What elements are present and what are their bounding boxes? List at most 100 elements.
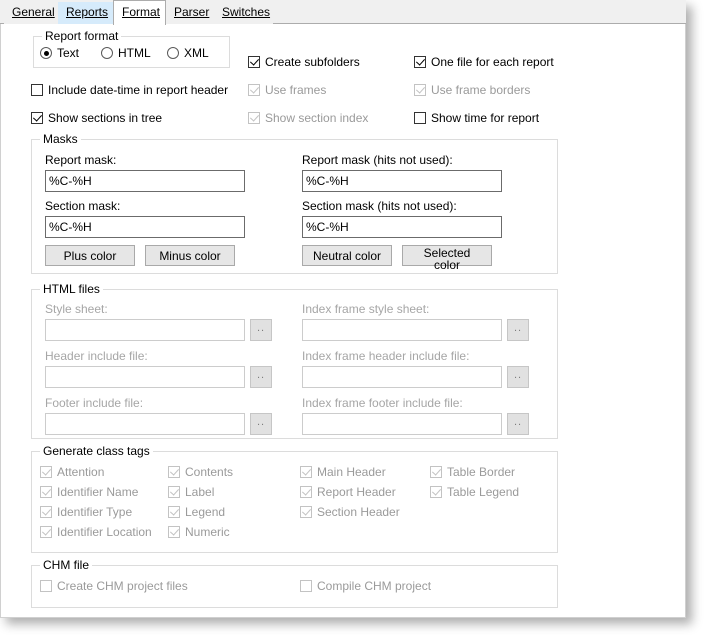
- radio-selected-icon: [40, 47, 52, 59]
- checkbox-checked-disabled-icon: [414, 84, 426, 96]
- index-frame-footer-include-label: Index frame footer include file:: [302, 396, 463, 410]
- checkbox-tag-section-header-label: Section Header: [317, 505, 400, 519]
- index-frame-header-include-input[interactable]: [302, 366, 502, 388]
- section-mask-hits-input[interactable]: [302, 216, 502, 238]
- checkbox-tag-main-header-label: Main Header: [317, 465, 386, 479]
- checkbox-include-datetime-label: Include date-time in report header: [48, 83, 229, 97]
- selected-color-button[interactable]: Selected color: [402, 245, 492, 271]
- checkbox-show-sections-in-tree[interactable]: Show sections in tree: [31, 110, 162, 126]
- checkbox-compile-chm-project-label: Compile CHM project: [317, 579, 432, 593]
- chm-file-group-title: CHM file: [40, 558, 93, 572]
- format-tab-page: Report format Text HTML XML Include date…: [0, 24, 686, 618]
- checkbox-include-datetime[interactable]: Include date-time in report header: [31, 82, 228, 98]
- checkbox-tag-report-header[interactable]: Report Header: [300, 484, 396, 500]
- checkbox-checked-disabled-icon: [300, 466, 312, 478]
- checkbox-show-section-index[interactable]: Show section index: [248, 110, 368, 126]
- checkbox-tag-table-border[interactable]: Table Border: [430, 464, 515, 480]
- tab-switches[interactable]: Switches: [214, 2, 273, 24]
- report-format-group-title: Report format: [42, 29, 122, 43]
- html-files-group: HTML files Style sheet: .. Index frame s…: [31, 282, 558, 439]
- style-sheet-browse-button[interactable]: ..: [250, 319, 272, 341]
- checkbox-tag-section-header[interactable]: Section Header: [300, 504, 400, 520]
- tab-reports[interactable]: Reports: [58, 2, 113, 24]
- radio-empty-icon: [101, 47, 113, 59]
- checkbox-tag-contents[interactable]: Contents: [168, 464, 233, 480]
- index-frame-header-include-browse-button[interactable]: ..: [507, 366, 529, 388]
- checkbox-checked-icon: [31, 112, 43, 124]
- index-frame-footer-include-browse-button[interactable]: ..: [507, 413, 529, 435]
- style-sheet-input[interactable]: [45, 319, 245, 341]
- section-mask-label: Section mask:: [45, 199, 121, 213]
- checkbox-tag-identifier-location[interactable]: Identifier Location: [40, 524, 160, 540]
- checkbox-checked-disabled-icon: [430, 466, 442, 478]
- footer-include-file-input[interactable]: [45, 413, 245, 435]
- header-include-file-browse-button[interactable]: ..: [250, 366, 272, 388]
- checkbox-tag-attention[interactable]: Attention: [40, 464, 160, 480]
- checkbox-tag-report-header-label: Report Header: [317, 485, 396, 499]
- checkbox-show-sections-in-tree-label: Show sections in tree: [48, 111, 163, 125]
- checkbox-checked-disabled-icon: [430, 486, 442, 498]
- checkbox-tag-identifier-name[interactable]: Identifier Name: [40, 484, 160, 500]
- minus-color-button[interactable]: Minus color: [145, 245, 235, 266]
- plus-color-button[interactable]: Plus color: [45, 245, 135, 266]
- checkbox-tag-legend-label: Legend: [185, 505, 226, 519]
- header-include-file-input[interactable]: [45, 366, 245, 388]
- report-mask-input[interactable]: [45, 170, 245, 192]
- checkbox-show-time-for-report[interactable]: Show time for report: [414, 110, 539, 126]
- footer-include-file-label: Footer include file:: [45, 396, 144, 410]
- radio-format-text[interactable]: Text: [40, 45, 79, 61]
- checkbox-checked-disabled-icon: [248, 112, 260, 124]
- tab-general-label: General: [12, 5, 55, 19]
- checkbox-tag-numeric[interactable]: Numeric: [168, 524, 230, 540]
- checkbox-tag-identifier-location-label: Identifier Location: [57, 525, 152, 539]
- class-tags-group-title: Generate class tags: [40, 444, 153, 458]
- checkbox-empty-disabled-icon: [40, 580, 52, 592]
- checkbox-checked-disabled-icon: [168, 506, 180, 518]
- checkbox-checked-icon: [248, 56, 260, 68]
- checkbox-use-frame-borders-label: Use frame borders: [431, 83, 531, 97]
- checkbox-checked-disabled-icon: [300, 486, 312, 498]
- report-format-group: Report format Text HTML XML: [33, 29, 230, 68]
- checkbox-tag-legend[interactable]: Legend: [168, 504, 225, 520]
- checkbox-compile-chm-project[interactable]: Compile CHM project: [300, 578, 431, 594]
- checkbox-create-chm-project-files-label: Create CHM project files: [57, 579, 188, 593]
- checkbox-tag-label-label: Label: [185, 485, 215, 499]
- checkbox-tag-label[interactable]: Label: [168, 484, 214, 500]
- neutral-color-button[interactable]: Neutral color: [302, 245, 392, 266]
- style-sheet-label: Style sheet:: [45, 302, 108, 316]
- checkbox-checked-disabled-icon: [40, 506, 52, 518]
- section-mask-input[interactable]: [45, 216, 245, 238]
- checkbox-create-chm-project-files[interactable]: Create CHM project files: [40, 578, 188, 594]
- checkbox-tag-identifier-type[interactable]: Identifier Type: [40, 504, 160, 520]
- checkbox-one-file-each-report[interactable]: One file for each report: [414, 54, 554, 70]
- radio-format-xml[interactable]: XML: [167, 45, 209, 61]
- chm-file-group: CHM file Create CHM project files Compil…: [31, 558, 558, 608]
- radio-format-text-label: Text: [57, 46, 80, 60]
- tab-general[interactable]: General: [4, 2, 58, 24]
- checkbox-tag-main-header[interactable]: Main Header: [300, 464, 386, 480]
- index-frame-footer-include-input[interactable]: [302, 413, 502, 435]
- checkbox-use-frame-borders[interactable]: Use frame borders: [414, 82, 530, 98]
- checkbox-checked-disabled-icon: [168, 486, 180, 498]
- checkbox-use-frames[interactable]: Use frames: [248, 82, 326, 98]
- tab-parser-label: Parser: [174, 5, 210, 19]
- checkbox-empty-icon: [31, 84, 43, 96]
- checkbox-tag-table-legend[interactable]: Table Legend: [430, 484, 519, 500]
- checkbox-checked-disabled-icon: [40, 486, 52, 498]
- header-include-file-label: Header include file:: [45, 349, 148, 363]
- checkbox-checked-disabled-icon: [248, 84, 260, 96]
- checkbox-empty-disabled-icon: [300, 580, 312, 592]
- tab-format[interactable]: Format: [113, 0, 166, 25]
- radio-format-html[interactable]: HTML: [101, 45, 151, 61]
- report-mask-hits-input[interactable]: [302, 170, 502, 192]
- checkbox-use-frames-label: Use frames: [265, 83, 327, 97]
- footer-include-file-browse-button[interactable]: ..: [250, 413, 272, 435]
- report-mask-label: Report mask:: [45, 153, 117, 167]
- tab-parser[interactable]: Parser: [166, 2, 214, 24]
- checkbox-tag-table-legend-label: Table Legend: [447, 485, 520, 499]
- checkbox-tag-table-border-label: Table Border: [447, 465, 516, 479]
- html-files-group-title: HTML files: [40, 282, 103, 296]
- index-frame-style-sheet-browse-button[interactable]: ..: [507, 319, 529, 341]
- checkbox-create-subfolders[interactable]: Create subfolders: [248, 54, 360, 70]
- index-frame-style-sheet-input[interactable]: [302, 319, 502, 341]
